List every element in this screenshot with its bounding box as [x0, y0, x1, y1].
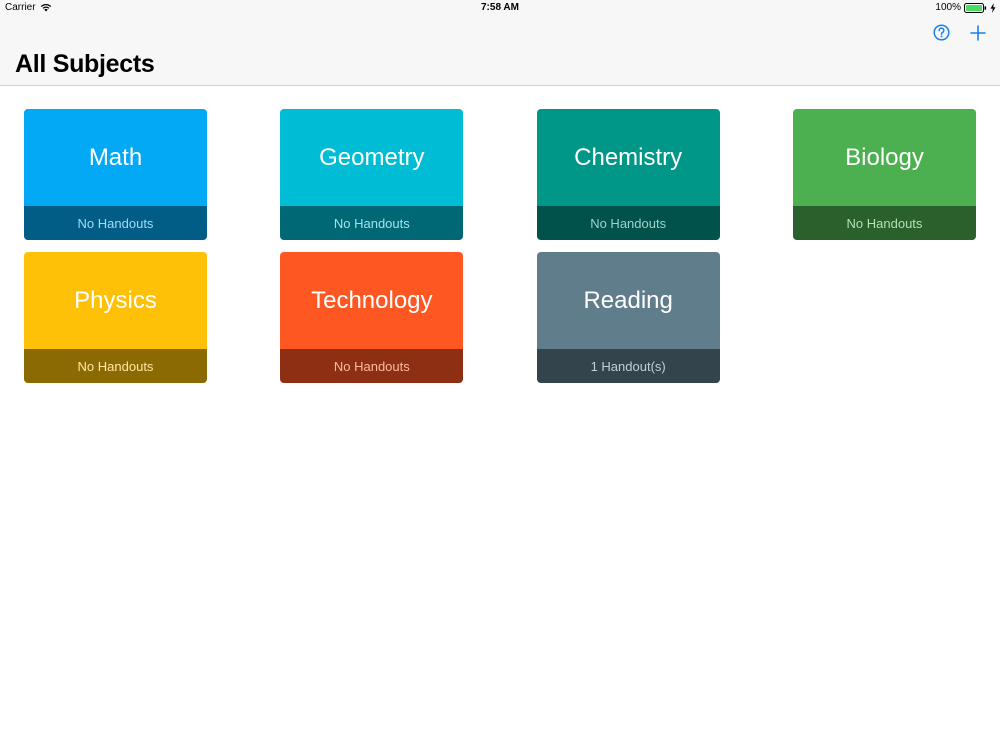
- subject-card-physics[interactable]: Physics No Handouts: [24, 252, 207, 383]
- subject-name: Biology: [845, 143, 924, 171]
- handout-count: No Handouts: [24, 349, 207, 383]
- subject-card-chemistry[interactable]: Chemistry No Handouts: [536, 109, 720, 240]
- battery-area: 100%: [935, 2, 996, 13]
- handout-count: No Handouts: [280, 349, 464, 383]
- help-circle-icon: [932, 24, 950, 46]
- page-title: All Subjects: [15, 50, 155, 78]
- subject-name: Math: [88, 143, 143, 171]
- subject-card-technology[interactable]: Technology No Handouts: [280, 252, 464, 383]
- subject-card-math[interactable]: Math No Handouts: [24, 109, 207, 240]
- handout-count: No Handouts: [280, 206, 464, 240]
- handout-count: 1 Handout(s): [536, 349, 720, 383]
- subject-name: Geometry: [319, 143, 425, 171]
- plus-icon: [970, 24, 986, 46]
- handout-count: No Handouts: [24, 206, 207, 240]
- subject-card-geometry[interactable]: Geometry No Handouts: [280, 109, 464, 240]
- handout-count: No Handouts: [792, 206, 976, 240]
- app-root: Carrier 7:58 AM 100% All Subjects Math N…: [0, 0, 1000, 750]
- navigation-bar: All Subjects: [0, 18, 1000, 86]
- charging-bolt-icon: [990, 2, 996, 13]
- battery-percent: 100%: [935, 2, 961, 13]
- subject-card-reading[interactable]: Reading 1 Handout(s): [536, 252, 720, 383]
- help-button[interactable]: [928, 22, 954, 48]
- status-bar: Carrier 7:58 AM 100%: [0, 0, 1000, 18]
- subject-name: Chemistry: [574, 143, 683, 171]
- battery-icon: [964, 2, 987, 13]
- subject-name: Reading: [583, 286, 673, 314]
- subject-name: Physics: [74, 286, 157, 314]
- subject-grid: Math No Handouts Geometry No Handouts Chemis…: [24, 109, 977, 383]
- subject-name: Technology: [311, 286, 433, 314]
- handout-count: No Handouts: [536, 206, 720, 240]
- status-time: 7:58 AM: [481, 2, 519, 13]
- add-subject-button[interactable]: [965, 22, 991, 48]
- subject-card-biology[interactable]: Biology No Handouts: [792, 109, 976, 240]
